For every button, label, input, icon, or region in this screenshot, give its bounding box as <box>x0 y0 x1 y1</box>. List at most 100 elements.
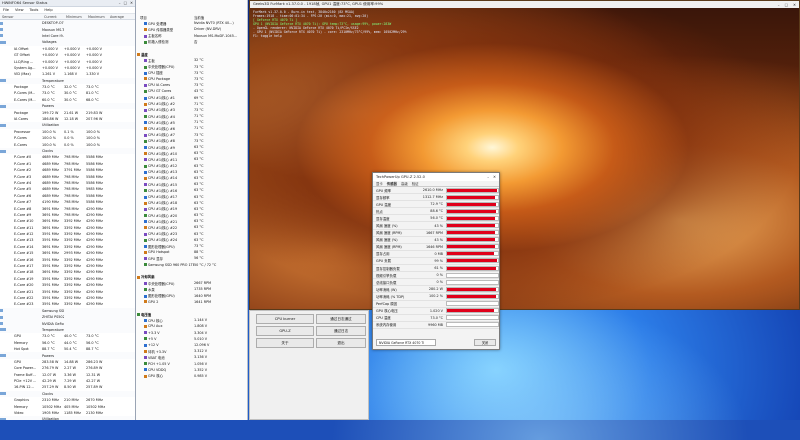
log-button[interactable]: 通过日志 <box>316 326 366 336</box>
sensor-label: VBAT 电池 <box>136 355 194 360</box>
sensor-icon <box>144 121 147 125</box>
sensor-icon <box>144 324 147 328</box>
sensor-maximum: 219.83 W <box>86 110 103 115</box>
tab-sensors[interactable]: 传感器 <box>387 181 397 186</box>
col-minimum[interactable]: Minimum <box>66 15 88 19</box>
tab-advanced[interactable]: 高级 <box>401 181 408 186</box>
close-button[interactable]: 关闭 <box>474 339 496 346</box>
minimize-icon[interactable]: – <box>119 1 121 5</box>
gpu-sensor-row[interactable]: 功率消耗 (W) 280.2 W <box>373 286 499 294</box>
gpu-z-button[interactable]: GPU-Z <box>256 326 314 336</box>
sensor-row[interactable]: GPU 核心 0.985 V <box>136 373 247 379</box>
menu-help[interactable]: Help <box>44 8 52 12</box>
sensor-current: 73.0 °C <box>42 91 55 96</box>
gpu-sensor-row[interactable]: 热点 88.6 °C <box>373 208 499 216</box>
menu-file[interactable]: File <box>3 8 9 12</box>
col-current[interactable]: Current <box>44 15 66 19</box>
close-icon[interactable]: ✕ <box>130 1 133 5</box>
gpu-sensor-row[interactable]: 显存控制器负载 61 % <box>373 265 499 273</box>
minimize-icon[interactable]: – <box>487 175 489 179</box>
close-icon[interactable]: ✕ <box>793 3 796 7</box>
about-button[interactable]: 关于 <box>256 338 314 348</box>
sensor-icon <box>144 214 147 218</box>
gpu-sensor-row[interactable]: GPU 频率 2610.0 MHz <box>373 187 499 195</box>
gpu-sensor-row[interactable]: 显存温度 56.0 °C <box>373 215 499 223</box>
col-maximum[interactable]: Maximum <box>88 15 110 19</box>
gpu-sensor-row[interactable]: 显存占用 0 MB <box>373 251 499 258</box>
gpu-sensor-row[interactable]: 风扇 速度 (%) 43 % <box>373 237 499 244</box>
tab-graphics-card[interactable]: 显卡 <box>376 181 383 186</box>
maximize-icon[interactable]: □ <box>785 3 788 7</box>
sensor-name: P-Core #5 <box>14 187 32 192</box>
sensor-maximum: 5985 MHz <box>86 187 103 192</box>
sensor-maximum: 42.27 W <box>86 379 101 384</box>
minimize-icon[interactable]: – <box>778 3 780 7</box>
sensor-group[interactable]: Utilization <box>0 416 135 420</box>
cpu-burner-button[interactable]: CPU burner <box>256 314 314 324</box>
sensor-icon <box>144 40 147 44</box>
gpu-sensor-row[interactable]: 显存频率 1312.7 MHz <box>373 194 499 202</box>
device-select[interactable]: NVIDIA GeForce RTX 4070 Ti <box>376 339 436 346</box>
sensor-current: 3591 MHz <box>42 295 59 300</box>
sensor-label: 温度 <box>136 52 194 57</box>
settings-button[interactable]: 通过日志通过 <box>316 314 366 324</box>
sensor-icon <box>144 362 147 366</box>
gpu-sensor-row[interactable]: 功率消耗 (% TDP) 100.2 % <box>373 293 499 301</box>
sensor-value: 3.136 V <box>194 355 208 360</box>
sensor-current: 4190 MHz <box>42 200 59 205</box>
furmark-overlay-text: FurMark v1.37.0.0 - Burn-in test, 3840x2… <box>253 10 407 38</box>
gpu-sensor-row[interactable]: GPU 负载 99 % <box>373 258 499 266</box>
gpu-sensor-row[interactable]: PerfCap 原因 <box>373 301 499 308</box>
gpu-sensor-graph-fill <box>447 209 497 213</box>
furmark-titlebar[interactable]: Geeks3D FurMark v1.37.0.0 - 1918帧, GPU1 … <box>250 1 799 8</box>
gpu-sensor-row[interactable]: 视频引擎负载 0 % <box>373 272 499 280</box>
maximize-icon[interactable]: □ <box>124 1 127 5</box>
sensor-name: P-Core #4 <box>14 180 32 185</box>
sensor-minimum: 798 MHz <box>64 180 79 185</box>
gpu-sensor-row[interactable]: GPU 温度 72.9 °C <box>373 201 499 209</box>
sensor-name: Processor <box>14 129 31 134</box>
gpu-sensor-graph-fill <box>447 287 497 291</box>
sensor-name: Voltages <box>42 40 57 45</box>
gpu-sensor-row[interactable]: 风扇 速度 (%) 43 % <box>373 222 499 230</box>
sensor-icon <box>144 189 147 193</box>
close-icon[interactable]: ✕ <box>493 175 496 179</box>
table-header[interactable]: 项目 当前值 <box>136 14 247 20</box>
gpu-sensor-value: 0 MB <box>434 251 444 256</box>
gpu-sensor-row[interactable]: 风扇 速度 (RPM) 1667 RPM <box>373 230 499 237</box>
gpu-sensor-row[interactable]: CPU 温度 73.0 °C <box>373 315 499 322</box>
gpu-monitor-titlebar[interactable]: TechPowerUp GPU-Z 2.52.0 – ✕ <box>373 173 499 181</box>
gpu-sensor-row[interactable]: 总线接口负载 0 % <box>373 279 499 287</box>
sensor-group-icon <box>0 21 3 25</box>
gpu-sensor-row[interactable]: GPU 核心电压 1.020 V <box>373 308 499 315</box>
sensor-current: 100.0 % <box>42 129 57 134</box>
gpu-sensor-graph-fill <box>447 202 496 206</box>
gpu-sensor-row[interactable]: 系统内存使用 9960 MB <box>373 322 499 329</box>
sensor-group-icon <box>0 392 6 396</box>
tab-validation[interactable]: 验证 <box>412 181 419 186</box>
sensor-row[interactable]: 机箱入侵检测 否 <box>136 39 247 45</box>
sensor-value: 63 °C <box>194 194 204 199</box>
gpu-sensor-row[interactable]: 风扇 速度 (RPM) 1646 RPM <box>373 244 499 251</box>
sensor-current: 4689 MHz <box>42 155 59 160</box>
col-average[interactable]: Average <box>110 15 132 19</box>
menu-tools[interactable]: Tools <box>30 8 39 12</box>
gpu-sensor-graph-fill <box>447 309 495 313</box>
menu-view[interactable]: View <box>15 8 24 12</box>
sensor-value: 63 °C <box>194 175 204 180</box>
gpu-sensor-label: 功率消耗 (% TDP) <box>376 294 405 299</box>
gpu-sensor-graph <box>446 322 499 328</box>
sensor-current: 4689 MHz <box>42 168 59 173</box>
sensor-label: CPU #1/核心 #19 <box>136 206 194 211</box>
furmark-title: Geeks3D FurMark v1.37.0.0 - 1918帧, GPU1 … <box>253 2 384 6</box>
sensor-value: 1.144 V <box>194 318 208 323</box>
gpu-sensor-value: 0 % <box>436 273 443 278</box>
hwinfo-titlebar[interactable]: HWiNFO64 Sensor Status – □ ✕ <box>0 0 135 7</box>
sensor-label-text: CPU IA Cores <box>148 83 170 88</box>
sensor-group-icon <box>0 354 6 357</box>
col-sensor[interactable]: Sensor <box>2 15 44 19</box>
sensor-icon <box>144 207 147 211</box>
sensor-icon <box>144 368 147 372</box>
sensor-name: Intel Core i9-139... <box>42 33 64 38</box>
quit-button[interactable]: 退出 <box>316 338 366 348</box>
